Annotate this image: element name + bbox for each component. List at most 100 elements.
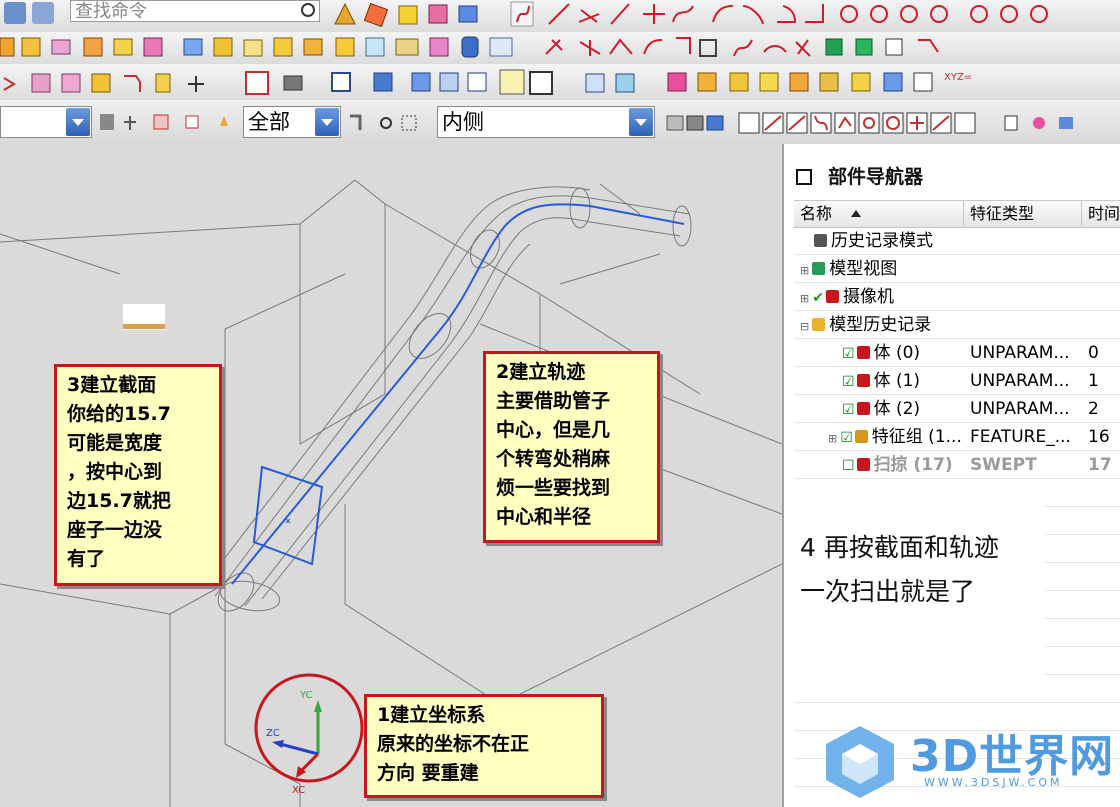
- panel-icon[interactable]: [796, 169, 812, 185]
- callout-step1-line: 方向 要重建: [377, 762, 479, 784]
- navigator-row-type: FEATURE_...: [970, 427, 1071, 447]
- feature-group-icon: [854, 430, 868, 443]
- navigator-row[interactable]: ☑ 体 (0) UNPARAM... 0: [794, 339, 1120, 367]
- navigator-row-time: [1088, 255, 1120, 283]
- part-navigator-panel: 部件导航器 名称 特征类型 时间 历史记录模式 ⊞ 模型视图 ⊞ ✔ 摄像机 ⊟ 模型历史记录…: [782, 144, 1120, 807]
- checked-checkbox-icon[interactable]: ☑: [840, 430, 853, 446]
- column-header-time[interactable]: 时间: [1082, 201, 1120, 227]
- navigator-row-time: 0: [1088, 343, 1099, 363]
- navigator-row[interactable]: ⊟ 模型历史记录: [794, 311, 1120, 339]
- column-header-type[interactable]: 特征类型: [964, 201, 1082, 227]
- sort-ascending-icon[interactable]: [851, 210, 862, 217]
- toolbar-2-icons[interactable]: [0, 34, 1000, 62]
- chevron-down-icon[interactable]: [66, 108, 90, 136]
- toolbar-row-4: 全部 内侧: [0, 100, 1120, 145]
- grid-line: [794, 310, 1120, 311]
- callout-step4-line: 一次扫出就是了: [800, 577, 976, 606]
- navigator-row-time: 17: [1088, 455, 1112, 475]
- navigator-row-label: 模型历史记录: [829, 315, 932, 335]
- chevron-down-icon[interactable]: [315, 108, 339, 136]
- snap-point-icons[interactable]: [665, 110, 1085, 136]
- navigator-row-name: ⊞ 模型视图: [800, 255, 964, 283]
- watermark: 3D世界网 WWW.3DSJW.COM: [820, 718, 1120, 807]
- callout-step3-line: ，按中心到: [67, 461, 163, 483]
- column-time-label: 时间: [1088, 204, 1120, 223]
- navigator-row[interactable]: 历史记录模式: [794, 227, 1120, 255]
- shape-tools-icons[interactable]: [334, 2, 478, 28]
- open-icon[interactable]: [4, 2, 26, 24]
- navigator-row[interactable]: ⊞ 模型视图: [794, 255, 1120, 283]
- callout-step2-line: 中心，但是几: [496, 419, 611, 441]
- navigator-row[interactable]: ☐ 扫掠 (17) SWEPT 17: [794, 451, 1120, 479]
- navigator-row[interactable]: ☑ 体 (2) UNPARAM... 2: [794, 395, 1120, 423]
- callout-step2-line: 2建立轨迹: [496, 361, 586, 383]
- watermark-brand: 3D世界网: [910, 731, 1115, 782]
- graphics-viewport[interactable]: YC ZC XC 3建立截面 你给的15.7 可能是宽度 ，按中心到 边15.7…: [0, 144, 782, 807]
- grid-line: [794, 702, 1120, 703]
- callout-step2: 2建立轨迹 主要借助管子 中心，但是几 个转弯处稍麻 烦一些要找到 中心和半径: [483, 351, 660, 543]
- body-icon: [856, 346, 870, 359]
- curve-tools-icons[interactable]: [510, 1, 1048, 27]
- body-icon: [856, 402, 870, 415]
- navigator-row-type: UNPARAM...: [970, 371, 1070, 391]
- navigator-row-name: ⊟ 模型历史记录: [800, 311, 964, 339]
- callout-step4: 4 再按截面和轨迹 一次扫出就是了: [790, 500, 1045, 695]
- navigator-row-label: 摄像机: [842, 287, 894, 307]
- navigator-row[interactable]: ⊞ ✔ 摄像机: [794, 283, 1120, 311]
- navigator-row-label: 模型视图: [829, 259, 898, 279]
- axis-label-y: YC: [299, 690, 313, 701]
- navigator-row-type: UNPARAM...: [970, 399, 1070, 419]
- checked-checkbox-icon[interactable]: ☑: [842, 374, 855, 390]
- navigator-row-name: ⊞ ✔ 摄像机: [800, 283, 964, 311]
- grid-line: [794, 254, 1120, 255]
- navigator-row-type: UNPARAM...: [970, 343, 1070, 363]
- navigator-column-header: 名称 特征类型 时间: [794, 200, 1120, 228]
- callout-step3-line: 你给的15.7: [67, 403, 171, 425]
- folder-icon: [812, 318, 826, 331]
- callout-step1-line: 原来的坐标不在正: [377, 733, 530, 755]
- navigator-row-label: 历史记录模式: [831, 231, 933, 251]
- navigator-row-time: [1088, 283, 1120, 311]
- checkbox-icon[interactable]: ☐: [842, 458, 855, 474]
- navigator-row-type: [970, 255, 1082, 283]
- snap-mode-dropdown[interactable]: 内侧: [437, 106, 655, 138]
- grid-line: [794, 366, 1120, 367]
- navigator-row[interactable]: ⊞ ☑ 特征组 (1... FEATURE_... 16: [794, 423, 1120, 451]
- navigator-row-name: ☑ 体 (2): [828, 395, 964, 423]
- callout-step3: 3建立截面 你给的15.7 可能是宽度 ，按中心到 边15.7就把 座子一边没 …: [54, 364, 222, 586]
- callout-step2-line: 烦一些要找到: [496, 477, 611, 499]
- column-header-name[interactable]: 名称: [794, 201, 964, 227]
- navigator-row-name: ☑ 体 (0): [828, 339, 964, 367]
- scope-dropdown[interactable]: 全部: [243, 106, 341, 138]
- checked-checkbox-icon[interactable]: ☑: [842, 402, 855, 418]
- snap-tool-icons[interactable]: [344, 112, 434, 134]
- command-search-input[interactable]: 查找命令: [70, 0, 320, 22]
- expander-icon[interactable]: ⊞: [800, 292, 809, 305]
- chevron-down-icon[interactable]: [629, 108, 653, 136]
- column-name-label: 名称: [800, 204, 833, 223]
- navigator-row-type: [970, 283, 1082, 311]
- selection-filter-dropdown[interactable]: [0, 106, 92, 138]
- checked-checkbox-icon[interactable]: ☑: [842, 346, 855, 362]
- navigator-row-label: 体 (2): [873, 399, 921, 419]
- camera-icon: [825, 290, 839, 303]
- callout-step3-line: 有了: [67, 548, 106, 570]
- callout-step1: 1建立坐标系 原来的坐标不在正 方向 要重建: [364, 694, 604, 798]
- expander-icon[interactable]: ⊞: [828, 432, 837, 445]
- expander-icon[interactable]: ⊞: [800, 264, 809, 277]
- expander-icon[interactable]: ⊟: [800, 320, 809, 333]
- axis-label-x: XC: [292, 785, 305, 796]
- clock-icon: [814, 234, 827, 247]
- watermark-url: WWW.3DSJW.COM: [924, 776, 1063, 789]
- navigator-row[interactable]: ☑ 体 (1) UNPARAM... 1: [794, 367, 1120, 395]
- callout-step2-line: 中心和半径: [496, 506, 592, 528]
- filter-icons[interactable]: [96, 112, 240, 134]
- search-input-text: 查找命令: [75, 1, 147, 22]
- search-icon[interactable]: [301, 3, 315, 17]
- body-icon: [856, 374, 870, 387]
- clipboard-icon[interactable]: [32, 2, 54, 24]
- svg-text:XYZ=: XYZ=: [944, 72, 972, 83]
- navigator-row-label: 特征组 (1...: [871, 427, 962, 447]
- toolbar-3-icons[interactable]: XYZ=: [0, 68, 1000, 98]
- navigator-row-name: ⊞ ☑ 特征组 (1...: [828, 423, 964, 451]
